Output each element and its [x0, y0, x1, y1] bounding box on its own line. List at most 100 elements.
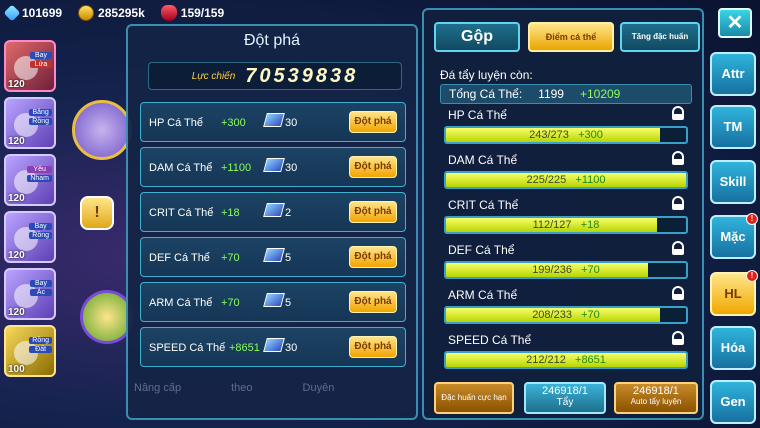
- material-count: 30: [285, 342, 298, 354]
- stamina-counter: 159/159: [160, 5, 224, 21]
- breakthrough-button[interactable]: Đột phá: [349, 336, 397, 358]
- stat-name: DAM Cá Thể: [448, 153, 518, 167]
- stat-bar-text: 212/212 +8651: [446, 354, 686, 366]
- breakthrough-button[interactable]: Đột phá: [349, 291, 397, 313]
- level-label: 120: [8, 250, 25, 261]
- gold-value: 285295k: [98, 6, 145, 20]
- special-training-button[interactable]: Đặc huấn cực hạn: [434, 382, 514, 414]
- material-count: 2: [285, 207, 292, 219]
- sidebar-item-mac[interactable]: Mặc!: [710, 213, 758, 259]
- sidebar-item-skill[interactable]: Skill: [710, 160, 756, 204]
- stat-value: 208/233: [532, 309, 572, 321]
- type-tag: Ác: [30, 289, 52, 296]
- pet-orb-icon[interactable]: [72, 100, 132, 160]
- alert-badge: !: [746, 213, 758, 225]
- material-icon: [263, 248, 285, 262]
- stat-bonus: +8651: [229, 342, 260, 354]
- stat-bonus: +18: [580, 219, 600, 231]
- party-slot-3[interactable]: Yêu Nham 120: [4, 154, 56, 206]
- breakthrough-row: DEF Cá Thể +70 5 Đột phá: [140, 237, 406, 277]
- stat-bar: 243/273 +300: [444, 126, 688, 144]
- auto-wash-button[interactable]: 246918/1 Auto tẩy luyện: [614, 382, 698, 414]
- stat-row: DAM Cá Thể 225/225 +1100: [440, 151, 696, 197]
- sidebar-item-gen[interactable]: Gen: [710, 380, 756, 424]
- sidebar-label: HL: [724, 286, 742, 301]
- level-label: 100: [8, 364, 25, 375]
- stat-row: ARM Cá Thể 208/233 +70: [440, 286, 696, 332]
- breakthrough-row: DAM Cá Thể +1100 30 Đột phá: [140, 147, 406, 187]
- breakthrough-button[interactable]: Đột phá: [349, 111, 397, 133]
- material-count: 5: [285, 297, 292, 309]
- stat-bonus: +1100: [575, 174, 606, 186]
- sidebar-item-tm[interactable]: TM: [710, 105, 756, 149]
- stat-value: 225/225: [526, 174, 567, 186]
- stat-row: SPEED Cá Thể 212/212 +8651: [440, 331, 696, 377]
- breakthrough-row: ARM Cá Thể +70 5 Đột phá: [140, 282, 406, 322]
- lock-icon[interactable]: [672, 331, 684, 345]
- stat-bonus: +300: [578, 129, 603, 141]
- party-slot-4[interactable]: Bay Rồng 120: [4, 211, 56, 263]
- diamond-counter: 101699: [3, 4, 63, 22]
- stat-value: 212/212: [526, 354, 566, 366]
- lock-icon[interactable]: [672, 196, 684, 210]
- stat-bar-text: 243/273 +300: [446, 129, 686, 141]
- alert-badge: !: [746, 270, 758, 282]
- breakthrough-button[interactable]: Đột phá: [349, 246, 397, 268]
- breakthrough-row: HP Cá Thể +300 30 Đột phá: [140, 102, 406, 142]
- tab-tang-dac-huan[interactable]: Tăng đặc huấn: [620, 22, 700, 52]
- lock-icon[interactable]: [672, 106, 684, 120]
- total-value: 1199: [538, 87, 564, 101]
- sidebar-item-hl[interactable]: HL!: [710, 270, 758, 316]
- stat-name: DAM Cá Thể: [149, 162, 213, 174]
- party-slot-6[interactable]: Rồng Đất 100: [4, 325, 56, 377]
- type-tag: Yêu: [27, 166, 52, 173]
- stat-bar-text: 225/225 +1100: [446, 174, 686, 186]
- training-panel: Gộp Điểm cá thể Tăng đặc huấn Đá tẩy luy…: [422, 8, 704, 420]
- diamond-value: 101699: [22, 6, 63, 20]
- background-menu: Nâng cấp theo Duyên: [134, 382, 334, 394]
- type-tag: Bay: [29, 223, 52, 230]
- lock-icon[interactable]: !: [80, 196, 114, 230]
- breakthrough-button[interactable]: Đột phá: [349, 201, 397, 223]
- wash-label: Tẩy: [556, 397, 574, 408]
- resource-bar: 101699 285295k 159/159: [0, 0, 300, 26]
- stat-bar: 212/212 +8651: [444, 351, 688, 369]
- party-slot-1[interactable]: Bay Lửa 120: [4, 40, 56, 92]
- breakthrough-button[interactable]: Đột phá: [349, 156, 397, 178]
- diamond-icon: [3, 4, 21, 22]
- gold-coin-icon: [78, 5, 95, 21]
- stat-bar: 199/236 +70: [444, 261, 688, 279]
- gold-counter: 285295k: [78, 5, 145, 21]
- tab-diem-ca-the[interactable]: Điểm cá thể: [528, 22, 614, 52]
- stat-value: 112/127: [532, 219, 572, 231]
- stat-name: SPEED Cá Thể: [149, 342, 226, 354]
- lock-icon[interactable]: [672, 286, 684, 300]
- close-button[interactable]: ✕: [718, 8, 752, 38]
- lock-icon[interactable]: [672, 151, 684, 165]
- stat-name: SPEED Cá Thể: [448, 333, 532, 347]
- party-slot-5[interactable]: Bay Ác 120: [4, 268, 56, 320]
- wash-button[interactable]: 246918/1 Tẩy: [524, 382, 606, 414]
- type-tag: Đất: [29, 346, 52, 353]
- lock-icon[interactable]: [672, 241, 684, 255]
- sidebar-label: Mặc: [720, 229, 746, 244]
- material-icon: [263, 203, 285, 217]
- combat-power-value: 70539838: [245, 64, 359, 87]
- sidebar-item-hoa[interactable]: Hóa: [710, 326, 756, 370]
- material-icon: [263, 158, 285, 172]
- party-slot-2[interactable]: Băng Rồng 120: [4, 97, 56, 149]
- material-icon: [263, 293, 285, 307]
- level-label: 120: [8, 193, 25, 204]
- stat-bar: 225/225 +1100: [444, 171, 688, 189]
- type-tag: Rồng: [29, 337, 52, 344]
- type-tag: Băng: [29, 109, 52, 116]
- tab-gop[interactable]: Gộp: [434, 22, 520, 52]
- stat-value: 199/236: [532, 264, 572, 276]
- stat-bonus: +1100: [221, 162, 252, 174]
- material-count: 5: [285, 252, 292, 264]
- material-count: 30: [285, 162, 298, 174]
- material-count: 30: [285, 117, 298, 129]
- stat-row: DEF Cá Thể 199/236 +70: [440, 241, 696, 287]
- sidebar-item-attr[interactable]: Attr: [710, 52, 756, 96]
- type-tag: Bay: [30, 52, 52, 59]
